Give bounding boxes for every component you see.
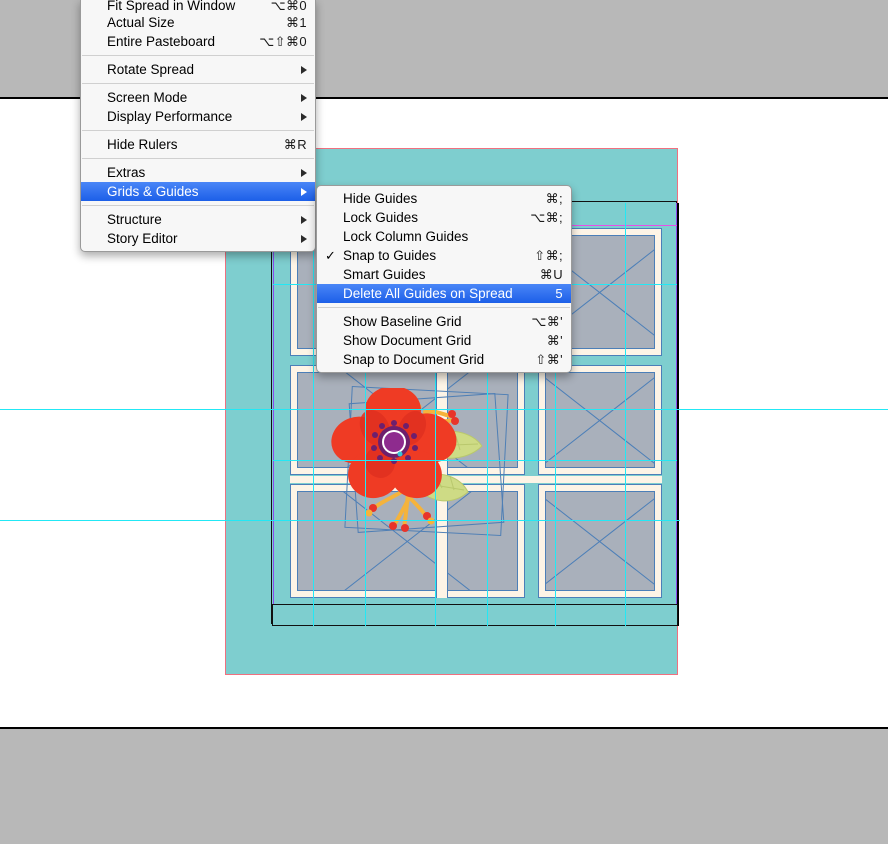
chevron-right-icon bbox=[301, 234, 307, 243]
menu-item-entire-pasteboard[interactable]: Entire Pasteboard ⌥⇧⌘0 bbox=[81, 32, 315, 51]
menu-item-actual-size[interactable]: Actual Size ⌘1 bbox=[81, 13, 315, 32]
menu-item-shortcut: ⌘; bbox=[545, 191, 563, 206]
flower-svg bbox=[331, 386, 483, 532]
submenu-item-show-document-grid[interactable]: Show Document Grid ⌘' bbox=[317, 331, 571, 350]
margin-guide-right bbox=[676, 203, 677, 624]
menu-item-screen-mode[interactable]: Screen Mode bbox=[81, 88, 315, 107]
column-guide bbox=[625, 203, 626, 626]
menu-item-label: Hide Rulers bbox=[107, 137, 178, 152]
submenu-item-show-baseline-grid[interactable]: Show Baseline Grid ⌥⌘' bbox=[317, 312, 571, 331]
chevron-right-icon bbox=[301, 187, 307, 196]
menu-item-structure[interactable]: Structure bbox=[81, 210, 315, 229]
menu-item-shortcut: ⌘1 bbox=[285, 15, 307, 30]
menu-separator bbox=[318, 307, 570, 308]
margin-guide-left bbox=[273, 203, 274, 624]
menu-item-label: Extras bbox=[107, 165, 146, 180]
menu-item-shortcut: ⌥⇧⌘0 bbox=[259, 34, 307, 49]
menu-item-label: Display Performance bbox=[107, 109, 233, 124]
grids-and-guides-submenu[interactable]: Hide Guides ⌘; Lock Guides ⌥⌘; Lock Colu… bbox=[316, 185, 572, 373]
menu-separator bbox=[82, 158, 314, 159]
menu-item-label: Story Editor bbox=[107, 231, 178, 246]
menu-separator bbox=[82, 55, 314, 56]
submenu-item-delete-all-guides-on-spread[interactable]: Delete All Guides on Spread 5 bbox=[317, 284, 571, 303]
chevron-right-icon bbox=[301, 65, 307, 74]
menu-item-label: Lock Guides bbox=[343, 210, 419, 225]
menu-item-shortcut: ⌥⌘0 bbox=[270, 0, 307, 13]
chevron-right-icon bbox=[301, 215, 307, 224]
menu-separator bbox=[82, 83, 314, 84]
menu-item-display-performance[interactable]: Display Performance bbox=[81, 107, 315, 126]
menu-item-label: Snap to Guides bbox=[343, 248, 437, 263]
frame-placeholder bbox=[545, 491, 655, 591]
flower-artwork[interactable] bbox=[330, 386, 500, 538]
menu-item-shortcut: ⌥⌘; bbox=[530, 210, 563, 225]
menu-item-shortcut: 5 bbox=[555, 286, 563, 301]
menu-separator bbox=[82, 130, 314, 131]
menu-item-label: Structure bbox=[107, 212, 162, 227]
menu-separator bbox=[82, 205, 314, 206]
menu-item-label: Delete All Guides on Spread bbox=[343, 286, 513, 301]
submenu-item-lock-column-guides[interactable]: Lock Column Guides bbox=[317, 227, 571, 246]
menu-item-label: Entire Pasteboard bbox=[107, 34, 216, 49]
chevron-right-icon bbox=[301, 168, 307, 177]
menu-item-label: Actual Size bbox=[107, 15, 175, 30]
ruler-guide-horizontal[interactable] bbox=[0, 520, 680, 521]
pasteboard-gray-bottom bbox=[0, 727, 888, 844]
menu-item-grids-and-guides[interactable]: Grids & Guides bbox=[81, 182, 315, 201]
menu-item-shortcut: ⌘U bbox=[539, 267, 563, 282]
submenu-item-lock-guides[interactable]: Lock Guides ⌥⌘; bbox=[317, 208, 571, 227]
footer-band bbox=[272, 604, 678, 626]
submenu-item-snap-to-document-grid[interactable]: Snap to Document Grid ⇧⌘' bbox=[317, 350, 571, 369]
submenu-item-smart-guides[interactable]: Smart Guides ⌘U bbox=[317, 265, 571, 284]
menu-item-hide-rulers[interactable]: Hide Rulers ⌘R bbox=[81, 135, 315, 154]
submenu-item-snap-to-guides[interactable]: ✓ Snap to Guides ⇧⌘; bbox=[317, 246, 571, 265]
image-frame[interactable] bbox=[538, 365, 662, 475]
menu-item-label: Show Baseline Grid bbox=[343, 314, 462, 329]
checkmark-icon: ✓ bbox=[325, 248, 336, 263]
menu-item-label: Smart Guides bbox=[343, 267, 426, 282]
menu-item-label: Fit Spread in Window bbox=[107, 0, 236, 13]
menu-item-label: Lock Column Guides bbox=[343, 229, 469, 244]
menu-item-label: Show Document Grid bbox=[343, 333, 472, 348]
menu-item-shortcut: ⇧⌘' bbox=[535, 352, 563, 367]
menu-item-shortcut: ⇧⌘; bbox=[534, 248, 563, 263]
menu-bottom-padding bbox=[81, 248, 315, 251]
menu-item-story-editor[interactable]: Story Editor bbox=[81, 229, 315, 248]
frame-placeholder bbox=[545, 372, 655, 468]
chevron-right-icon bbox=[301, 93, 307, 102]
ruler-guide-horizontal[interactable] bbox=[0, 409, 888, 410]
menu-item-shortcut: ⌘R bbox=[283, 137, 307, 152]
view-menu[interactable]: Fit Spread in Window ⌥⌘0 Actual Size ⌘1 … bbox=[80, 0, 316, 252]
menu-item-fit-spread-in-window[interactable]: Fit Spread in Window ⌥⌘0 bbox=[81, 0, 315, 13]
menu-item-label: Grids & Guides bbox=[107, 184, 199, 199]
menu-item-label: Rotate Spread bbox=[107, 62, 195, 77]
menu-item-label: Screen Mode bbox=[107, 90, 188, 105]
submenu-item-hide-guides[interactable]: Hide Guides ⌘; bbox=[317, 189, 571, 208]
chevron-right-icon bbox=[301, 112, 307, 121]
menu-item-extras[interactable]: Extras bbox=[81, 163, 315, 182]
indesign-window: Fit Spread in Window ⌥⌘0 Actual Size ⌘1 … bbox=[0, 0, 888, 844]
column-guide-horizontal bbox=[273, 460, 677, 461]
menu-item-label: Snap to Document Grid bbox=[343, 352, 485, 367]
column-guide bbox=[313, 203, 314, 626]
menu-item-shortcut: ⌘' bbox=[546, 333, 563, 348]
menu-item-rotate-spread[interactable]: Rotate Spread bbox=[81, 60, 315, 79]
menu-item-label: Hide Guides bbox=[343, 191, 418, 206]
menu-item-shortcut: ⌥⌘' bbox=[531, 314, 563, 329]
image-frame[interactable] bbox=[538, 484, 662, 598]
submenu-bottom-padding bbox=[317, 369, 571, 372]
